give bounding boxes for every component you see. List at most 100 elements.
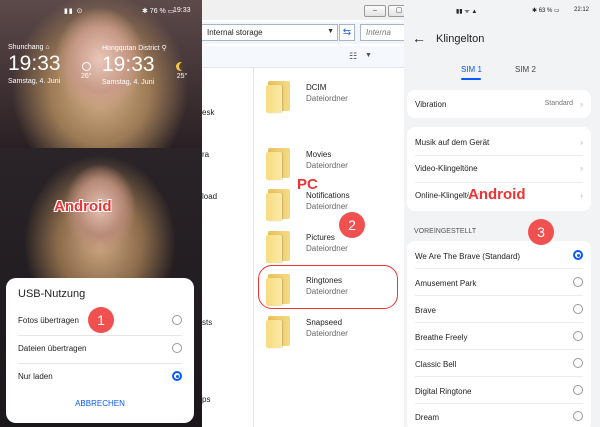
- option-charge-only[interactable]: Nur laden: [18, 368, 182, 386]
- folder-item-pictures[interactable]: Pictures Dateiordner: [266, 229, 396, 269]
- nav-item[interactable]: ps: [202, 395, 210, 404]
- navigation-pane: esk ra load sts ps: [202, 68, 254, 427]
- folder-type: Dateiordner: [306, 329, 348, 338]
- ringtone-item[interactable]: Digital Ringtone: [415, 385, 587, 396]
- status-bar: ▮▮ ᯤ ▲ ✱ 63 % ▭ 22:12: [404, 7, 600, 17]
- ringtone-item[interactable]: Classic Bell: [415, 358, 587, 369]
- annotation-label-android: Android: [468, 186, 526, 203]
- folder-item-movies[interactable]: Movies Dateiordner: [266, 146, 396, 186]
- option-label: Nur laden: [18, 372, 53, 381]
- minimize-button[interactable]: –: [364, 5, 386, 17]
- nav-item[interactable]: ra: [202, 150, 209, 159]
- radio-button[interactable]: [573, 358, 583, 368]
- ringtones-highlight-outline: [258, 265, 398, 309]
- dialog-title: USB-Nutzung: [18, 288, 86, 300]
- tab-sim-1[interactable]: SIM 1: [461, 65, 482, 74]
- folder-icon: [266, 81, 290, 113]
- clock-time: 19:33: [102, 53, 155, 76]
- folder-name: Snapseed: [306, 318, 343, 327]
- clock-time: 19:33: [8, 52, 61, 75]
- divider: [18, 335, 182, 336]
- folder-item-dcim[interactable]: DCIM Dateiordner: [266, 79, 396, 119]
- annotation-label-android: Android: [54, 198, 112, 215]
- clock-city: Shunchang ⌂: [8, 44, 50, 51]
- divider: [415, 322, 583, 323]
- radio-button-selected[interactable]: [172, 371, 182, 381]
- divider: [415, 295, 583, 296]
- status-time: 22:12: [574, 7, 590, 13]
- option-transfer-files[interactable]: Dateien übertragen: [18, 340, 182, 358]
- chevron-down-icon[interactable]: ▼: [365, 52, 372, 59]
- ringtone-item[interactable]: Amusement Park: [415, 277, 587, 288]
- page-title: Klingelton: [436, 33, 485, 45]
- ringtone-label: We Are The Brave (Standard): [415, 252, 521, 261]
- cancel-button[interactable]: ABBRECHEN: [6, 399, 194, 408]
- clock-date: Samstag, 4. Juni: [8, 78, 61, 85]
- folder-icon: [266, 231, 290, 263]
- temperature: 25°: [176, 73, 188, 80]
- nav-item[interactable]: esk: [202, 108, 214, 117]
- row-value: Standard: [544, 100, 573, 107]
- ringtone-item[interactable]: Breathe Freely: [415, 331, 587, 342]
- ringtone-item[interactable]: We Are The Brave (Standard): [415, 250, 587, 261]
- battery-icon: ✱ 63 % ▭: [532, 8, 560, 14]
- tab-sim-2[interactable]: SIM 2: [515, 65, 536, 74]
- folder-icon: [266, 148, 290, 180]
- back-arrow-icon[interactable]: ←: [412, 30, 426, 46]
- folder-type: Dateiordner: [306, 94, 348, 103]
- chevron-right-icon: ›: [580, 138, 583, 147]
- option-label: Fotos übertragen: [18, 316, 79, 325]
- ringtone-item[interactable]: Brave: [415, 304, 587, 315]
- row-label: Musik auf dem Gerät: [415, 138, 490, 147]
- chevron-down-icon[interactable]: ▼: [327, 28, 334, 35]
- address-bar[interactable]: Internal storage ▼: [202, 24, 338, 41]
- step-badge-1: 1: [88, 307, 114, 333]
- radio-button[interactable]: [573, 411, 583, 421]
- radio-button[interactable]: [172, 343, 182, 353]
- screenshot-collage: ▮▮ ⊙ ✱ 76 % ▭ 19:33 Shunchang ⌂ 19:33 Sa…: [0, 0, 600, 427]
- search-input[interactable]: Interna: [360, 24, 404, 41]
- ringtone-label: Amusement Park: [415, 279, 477, 288]
- nav-item[interactable]: sts: [202, 318, 212, 327]
- refresh-icon[interactable]: ⇆: [339, 24, 355, 41]
- weather-widget-1: 26°: [81, 62, 92, 80]
- folder-item-snapseed[interactable]: Snapseed Dateiordner: [266, 314, 396, 354]
- chevron-right-icon: ›: [580, 100, 583, 109]
- address-text: Internal storage: [207, 28, 263, 37]
- explorer-toolbar: ☷ ▼: [202, 46, 404, 68]
- menu-item-device-music[interactable]: Musik auf dem Gerät ›: [415, 138, 583, 147]
- preset-ringtones-card: We Are The Brave (Standard) Amusement Pa…: [407, 241, 591, 427]
- vibration-row[interactable]: Vibration Standard ›: [415, 100, 583, 109]
- step-badge-3: 3: [528, 219, 554, 245]
- vibration-card[interactable]: Vibration Standard ›: [407, 90, 591, 118]
- clock-city: Hongqutan District ⚲: [102, 45, 167, 52]
- radio-button-selected[interactable]: [573, 250, 583, 260]
- folder-item-notifications[interactable]: Notifications Dateiordner: [266, 187, 396, 227]
- ringtone-item[interactable]: Dream: [415, 411, 587, 422]
- folder-icon: [266, 189, 290, 221]
- folder-name: Pictures: [306, 233, 335, 242]
- nav-item[interactable]: load: [202, 192, 217, 201]
- view-options-icon[interactable]: ☷: [349, 51, 357, 62]
- battery-icon: ✱ 76 % ▭: [142, 8, 175, 15]
- radio-button[interactable]: [573, 331, 583, 341]
- row-label: Vibration: [415, 100, 447, 109]
- row-label: Video-Klingeltöne: [415, 164, 478, 173]
- annotation-label-pc: PC: [297, 176, 318, 193]
- window-titlebar: – ▢: [202, 0, 404, 20]
- folder-name: Movies: [306, 150, 332, 159]
- radio-button[interactable]: [573, 277, 583, 287]
- usb-usage-dialog: USB-Nutzung Fotos übertragen Dateien übe…: [6, 278, 194, 423]
- maximize-button[interactable]: ▢: [388, 5, 404, 17]
- radio-button[interactable]: [573, 304, 583, 314]
- android-ringtone-settings-panel: ▮▮ ᯤ ▲ ✱ 63 % ▭ 22:12 ← Klingelton SIM 1…: [404, 0, 600, 427]
- radio-button[interactable]: [172, 315, 182, 325]
- menu-item-video-ringtones[interactable]: Video-Klingeltöne ›: [415, 164, 583, 173]
- divider: [415, 376, 583, 377]
- signal-icon: ▮▮ ᯤ ▲: [456, 9, 478, 15]
- ringtone-label: Brave: [415, 306, 436, 315]
- signal-icon: ▮▮ ⊙: [64, 8, 84, 15]
- chevron-right-icon: ›: [580, 164, 583, 173]
- radio-button[interactable]: [573, 385, 583, 395]
- weather-widget-2: 25°: [176, 62, 188, 80]
